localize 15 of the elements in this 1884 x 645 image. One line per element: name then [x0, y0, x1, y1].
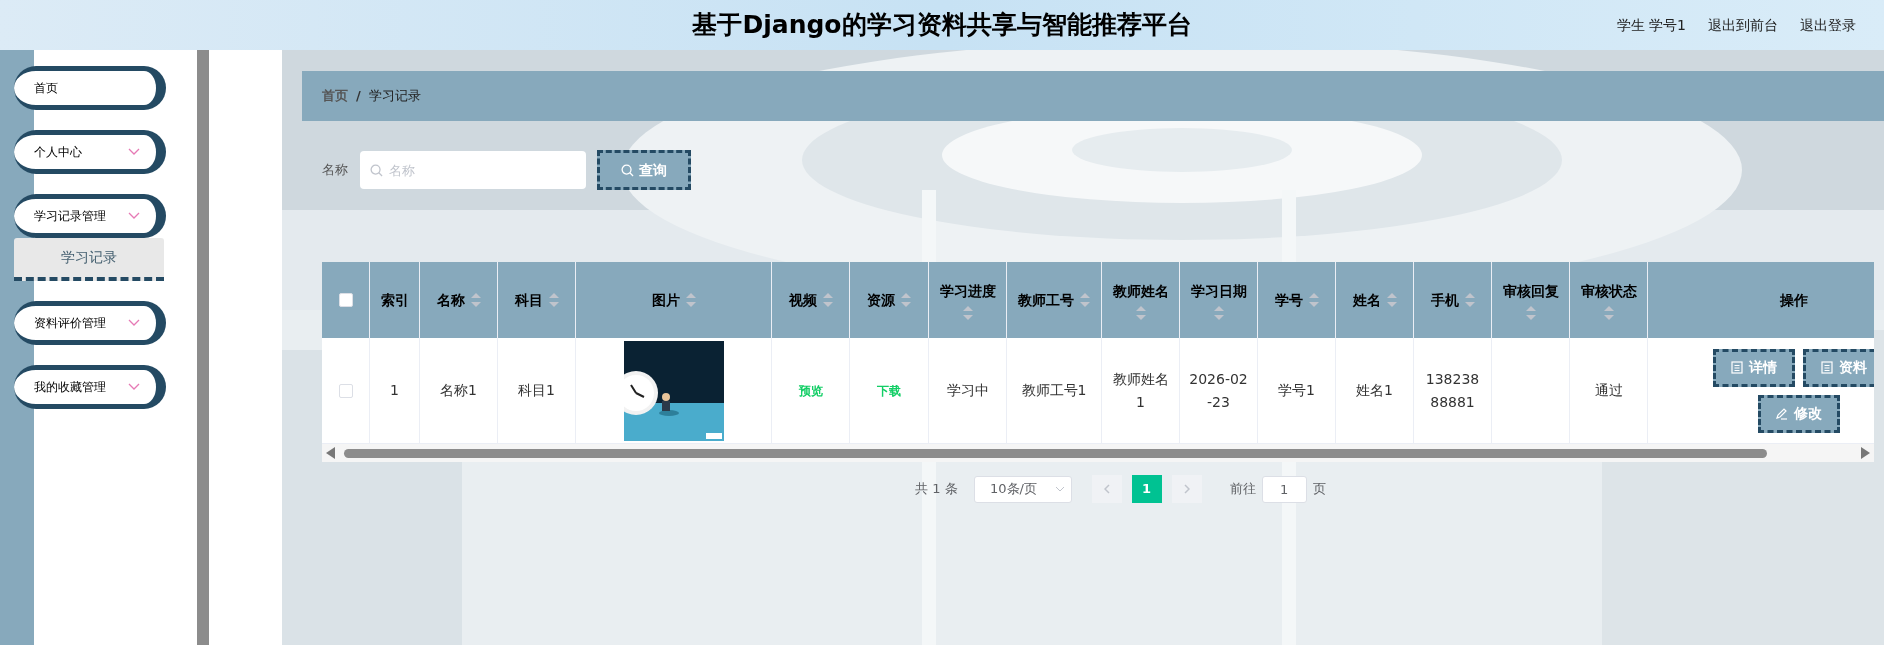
caret-icon	[128, 383, 140, 391]
header-link[interactable]: 退出到前台	[1708, 14, 1778, 36]
user-label: 学生 学号1	[1616, 15, 1686, 35]
page-title: 基于Django的学习资料共享与智能推荐平台	[691, 9, 1193, 42]
sidebar-item[interactable]: 首页	[14, 66, 166, 110]
sidebar-item[interactable]: 个人中心	[14, 130, 166, 174]
caret-icon	[128, 319, 140, 327]
header-link[interactable]: 退出登录	[1800, 14, 1856, 36]
sidebar-item[interactable]: 学习记录管理	[14, 194, 166, 238]
caret-icon	[128, 148, 140, 156]
sidebar-item[interactable]: 资料评价管理	[14, 301, 166, 345]
sidebar-subitem[interactable]: 学习记录	[14, 238, 164, 281]
caret-icon	[128, 212, 140, 220]
splitter-bar[interactable]	[197, 50, 209, 645]
sidebar-item[interactable]: 我的收藏管理	[14, 365, 166, 409]
